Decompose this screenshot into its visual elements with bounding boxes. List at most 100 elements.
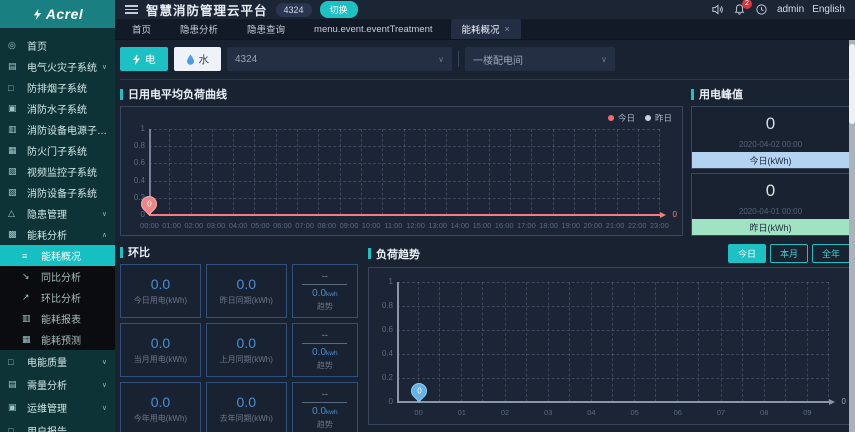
project-badge: 4324 (275, 2, 312, 17)
sidebar-item-label: 电能质量 (27, 358, 67, 369)
sidebar-item-label: 视频监控子系统 (27, 168, 97, 179)
sidebar-item-label: 需量分析 (27, 381, 67, 392)
grid-rows (397, 282, 829, 402)
sidebar: Acrel ◎ 首页 ▤ 电气火灾子系统 ∨ □ 防排烟子系统 ▣ 消防水子系统 (0, 0, 115, 432)
peak-card-today: 0 2020-04-02 00:00 今日(kWh) (691, 106, 850, 169)
trend-label: 趋势 (316, 301, 333, 311)
y-tick-labels: 1 0.8 0.6 0.4 0.2 0 (381, 277, 393, 406)
legend-dot (607, 115, 614, 121)
y-axis-line (397, 282, 399, 402)
sidebar-item[interactable]: ▣ 运维管理 ∨ (0, 396, 115, 419)
load-curve-panel: 今日 昨日 1 0.8 0.6 0.4 0.2 0 0 0 00:00 01:0… (120, 106, 683, 236)
trend-range-button[interactable]: 今日 (727, 244, 766, 263)
tab-label: 首页 (132, 25, 152, 36)
sidebar-item-icon: □ (8, 425, 14, 432)
comparison-card: 0.0 当月用电(kWh) (120, 323, 201, 377)
sidebar-subitem-icon: ↘ (22, 271, 30, 281)
sidebar-item[interactable]: ▦ 防火门子系统 (0, 140, 115, 161)
trend-range-button[interactable]: 全年 (811, 244, 850, 263)
legend-item-yesterday[interactable]: 昨日 (644, 112, 672, 124)
legend-item-today[interactable]: 今日 (607, 112, 635, 124)
sidebar-item-icon: ▤ (8, 379, 17, 389)
sidebar-item[interactable]: ▤ 需量分析 ∨ (0, 373, 115, 396)
comparison-card: 0.0 今日用电(kWh) (120, 264, 201, 318)
sidebar-subitem-label: 能耗概况 (41, 252, 81, 263)
trend-label: 趋势 (316, 419, 333, 429)
tab[interactable]: menu.event.eventTreatment (303, 19, 448, 39)
sidebar-subitem[interactable]: ↗ 环比分析 (0, 287, 115, 308)
sidebar-subitem[interactable]: ≡ 能耗概况 (0, 245, 115, 266)
electric-filter-button[interactable]: 电 (120, 47, 168, 71)
trend-unit: kwh (326, 349, 338, 357)
sidebar-item[interactable]: □ 用户报告 (0, 419, 115, 432)
row-load-curve: 日用电平均负荷曲线 今日 昨日 1 0.8 0.6 0.4 0.2 0 0 0 … (120, 86, 850, 236)
device-select[interactable]: 4324 ∨ (227, 47, 452, 71)
load-trend-panel: 1 0.8 0.6 0.4 0.2 0 0 0 00 01 02 03 04 05 06 07 08 09 (368, 267, 850, 425)
tab[interactable]: 首页 (121, 19, 167, 39)
section-title-load-curve: 日用电平均负荷曲线 (120, 86, 683, 102)
sidebar-item[interactable]: ▥ 消防设备电源子系统 (0, 119, 115, 140)
sidebar-item[interactable]: ▨ 消防设备子系统 (0, 182, 115, 203)
chevron-icon: ∨ (101, 404, 107, 412)
app-root: Acrel ◎ 首页 ▤ 电气火灾子系统 ∨ □ 防排烟子系统 ▣ 消防水子系统 (0, 0, 855, 432)
sidebar-item[interactable]: ▣ 消防水子系统 (0, 98, 115, 119)
chevron-icon: ∧ (101, 231, 107, 239)
sidebar-item[interactable]: ▩ 能耗分析 ∧ (0, 224, 115, 245)
sidebar-subitem[interactable]: ▦ 能耗预测 (0, 329, 115, 350)
sidebar-nav: ◎ 首页 ▤ 电气火灾子系统 ∨ □ 防排烟子系统 ▣ 消防水子系统 ▥ 消防设… (0, 28, 115, 432)
axis-end-label: 0 (672, 210, 677, 219)
trend-range-button[interactable]: 本月 (769, 244, 808, 263)
x-tick-labels: 00 01 02 03 04 05 06 07 08 09 (414, 408, 812, 417)
notification-count-badge: 2 (741, 0, 752, 9)
sidebar-item[interactable]: ▤ 电气火灾子系统 ∨ (0, 56, 115, 77)
peak-date: 2020-04-01 00:00 (738, 207, 803, 216)
sidebar-subitem-icon: ▥ (22, 313, 31, 323)
water-filter-button[interactable]: 水 (173, 47, 221, 71)
comparison-value: 0.0 (236, 335, 256, 351)
brand-logo-icon (33, 8, 41, 20)
tab-label: menu.event.eventTreatment (314, 23, 433, 35)
bell-icon[interactable]: 2 (733, 0, 752, 17)
tab[interactable]: 隐患查询 (236, 19, 301, 39)
sidebar-item[interactable]: ◎ 首页 (0, 35, 115, 56)
trend-label: 趋势 (316, 360, 333, 370)
divider (458, 51, 459, 67)
comparison-card: 0.0 昨日同期(kWh) (205, 264, 287, 318)
scrollbar-thumb[interactable] (849, 44, 855, 124)
divider (302, 342, 348, 344)
speaker-icon[interactable] (711, 3, 725, 17)
room-select[interactable]: 一楼配电间 ∨ (465, 47, 615, 71)
peak-value: 0 (765, 180, 776, 200)
sidebar-item-icon: ▤ (8, 61, 17, 71)
sidebar-submenu-energy: ≡ 能耗概况 ↘ 同比分析 ↗ 环比分析 ▥ 能耗报表 ▦ 能耗预测 (0, 245, 115, 350)
sidebar-item[interactable]: □ 电能质量 ∨ (0, 350, 115, 373)
sidebar-subitem[interactable]: ↘ 同比分析 (0, 266, 115, 287)
menu-toggle-icon[interactable] (125, 5, 138, 14)
sidebar-item[interactable]: □ 防排烟子系统 (0, 77, 115, 98)
series-line-load: 0 (397, 397, 846, 406)
sidebar-item-label: 隐患管理 (27, 210, 67, 221)
tab-close-icon[interactable]: × (505, 24, 510, 34)
series-line-today: 0 (149, 210, 677, 219)
sidebar-item-icon: □ (8, 356, 14, 367)
chevron-down-icon: ∨ (438, 54, 444, 64)
clock-icon[interactable] (755, 3, 769, 17)
sidebar-item[interactable]: ▧ 视频监控子系统 (0, 161, 115, 182)
sidebar-subitem-label: 环比分析 (41, 294, 81, 305)
comparison-row: 0.0 今日用电(kWh) 0.0 昨日同期(kWh) -- 0.0kwh 趋势 (120, 264, 358, 318)
sidebar-item[interactable]: △ 隐患管理 ∨ (0, 203, 115, 224)
brand-name: Acrel (45, 6, 84, 22)
axis-arrow-icon (660, 212, 666, 218)
section-title-peak: 用电峰值 (691, 86, 850, 102)
tab[interactable]: 能耗概况 × (450, 19, 521, 39)
vertical-scrollbar[interactable] (849, 40, 855, 432)
switch-project-button[interactable]: 切换 (319, 1, 358, 18)
sidebar-subitem-label: 能耗预测 (41, 336, 81, 347)
peak-date: 2020-04-02 00:00 (738, 140, 803, 149)
tab[interactable]: 隐患分析 (169, 19, 234, 39)
user-menu[interactable]: admin (777, 4, 804, 15)
sidebar-items-bottom-group: □ 电能质量 ∨ ▤ 需量分析 ∨ ▣ 运维管理 ∨ □ 用户报告 (0, 350, 115, 432)
sidebar-subitem[interactable]: ▥ 能耗报表 (0, 308, 115, 329)
comparison-label: 当月用电(kWh) (133, 355, 188, 364)
language-switch[interactable]: English (812, 4, 845, 15)
